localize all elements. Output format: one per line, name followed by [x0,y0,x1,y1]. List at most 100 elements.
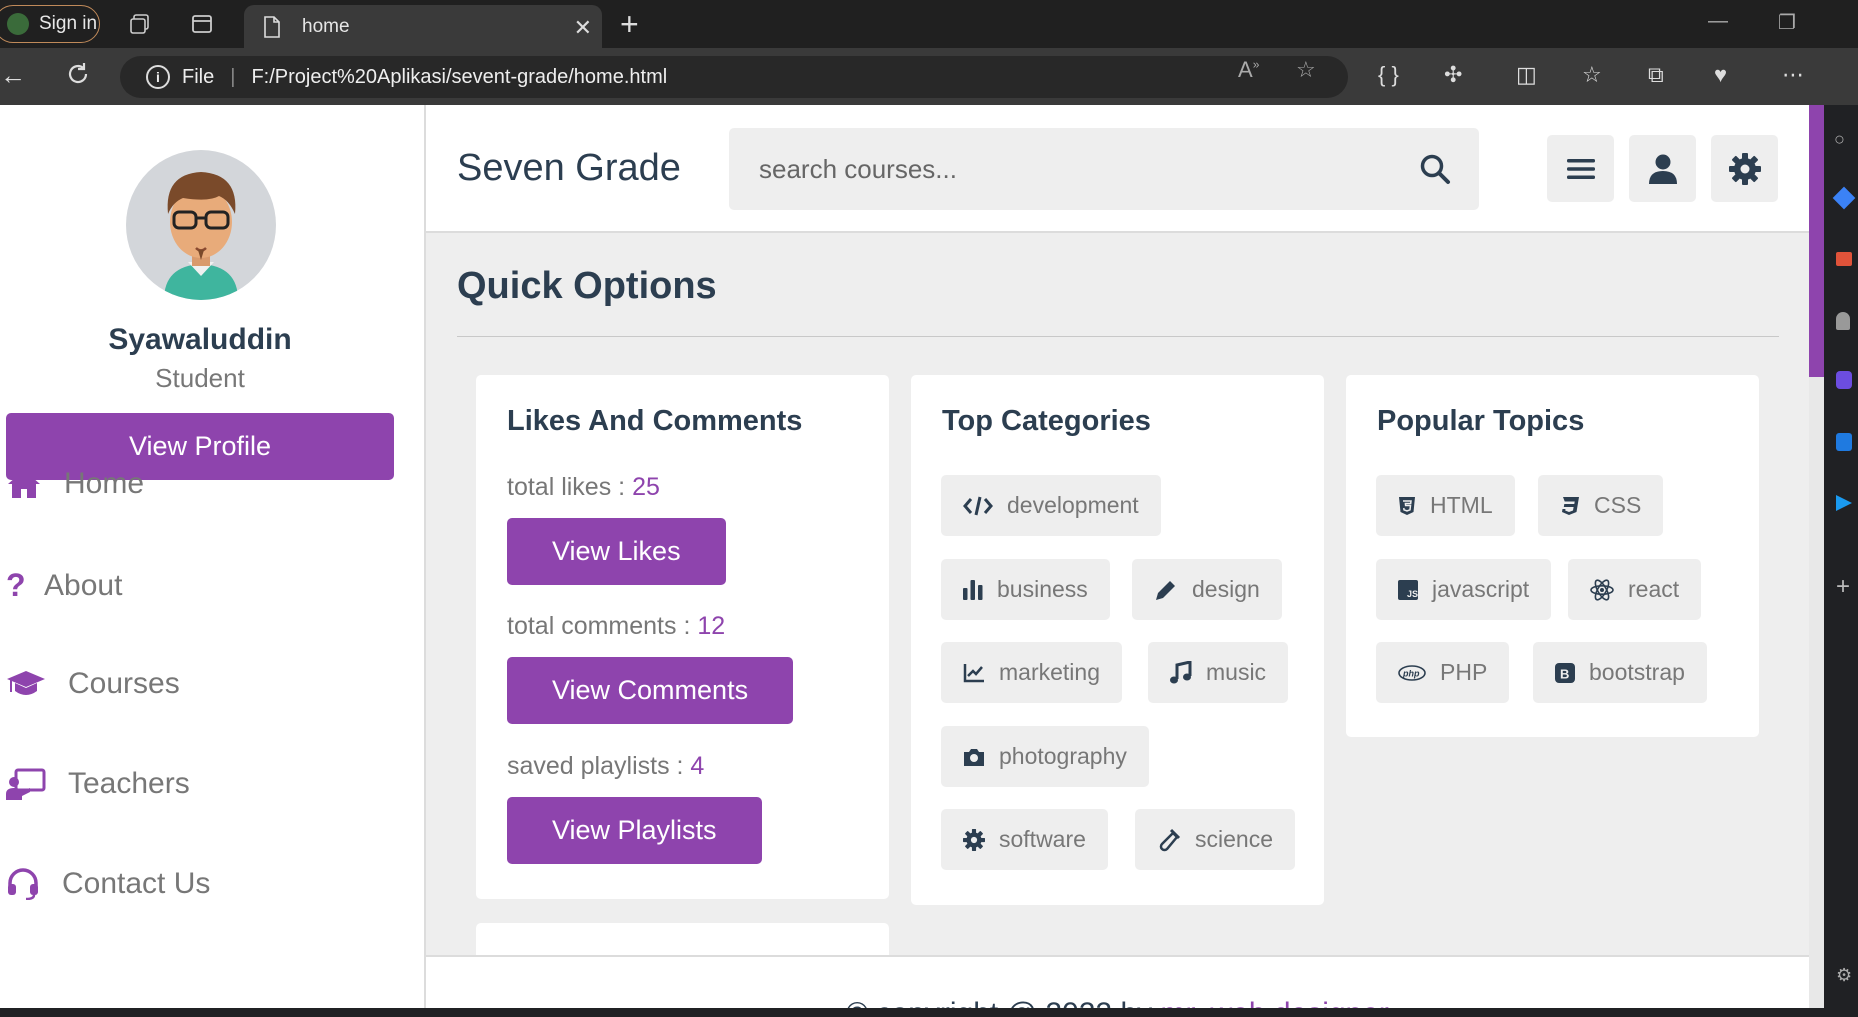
category-marketing[interactable]: marketing [941,642,1122,703]
web-page: Syawaluddin Student View Profile Home ? … [0,105,1824,1008]
extension-braces-icon[interactable]: { } [1378,62,1399,88]
svg-text:B: B [1560,666,1569,681]
profile-role: Student [155,363,245,393]
category-science[interactable]: science [1135,809,1295,870]
sidebar-item-label: Courses [68,667,180,700]
collections-icon[interactable]: ⧉ [1648,62,1664,88]
svg-text:php: php [1402,668,1420,678]
sidebar-item-teachers[interactable]: Teachers [6,767,190,801]
vial-icon [1159,828,1181,851]
category-music[interactable]: music [1148,642,1289,703]
page-footer: © copyright @ 2022 by mr. web designer [426,955,1809,1008]
restore-icon[interactable]: ❐ [1778,10,1796,35]
js-icon: JS [1398,579,1418,600]
user-button[interactable] [1629,135,1696,202]
address-bar-row: ← i File | F:/Project%20Aplikasi/sevent-… [0,48,1858,105]
topic-css[interactable]: CSS [1538,475,1664,536]
divider [457,336,1779,337]
search-form [729,128,1479,210]
category-software[interactable]: software [941,809,1108,870]
view-likes-button[interactable]: View Likes [507,518,726,585]
php-icon: php [1398,664,1426,681]
bar-chart-icon [963,579,983,600]
topic-javascript[interactable]: JS javascript [1376,559,1552,620]
code-icon [963,496,993,515]
category-business[interactable]: business [941,559,1110,620]
outlook-icon[interactable] [1836,433,1852,451]
split-screen-icon[interactable]: ◫ [1516,62,1537,88]
url-scheme: File [182,65,215,88]
office-icon[interactable] [1836,371,1852,389]
settings-button[interactable] [1711,135,1778,202]
shopping-icon[interactable] [1836,252,1852,266]
sidebar-settings-icon[interactable]: ⚙ [1836,965,1852,986]
scrollbar-thumb[interactable] [1809,105,1824,377]
sidebar-item-about[interactable]: ? About [6,567,122,604]
camera-icon [964,748,984,766]
total-likes-stat: total likes : 25 [507,473,660,501]
sidebar-item-label: Home [64,467,145,500]
pencil-icon [1156,580,1175,600]
search-input[interactable] [759,150,1399,188]
minimize-icon[interactable]: — [1708,10,1728,33]
add-sidebar-icon[interactable]: + [1836,573,1850,601]
sign-in-button[interactable]: Sign in [0,5,100,43]
category-design[interactable]: design [1132,559,1282,620]
search-icon[interactable]: ○ [1834,129,1845,150]
teacher-icon [6,768,46,800]
user-icon [1648,154,1677,184]
sidebar-item-courses[interactable]: Courses [6,667,180,701]
topic-bootstrap[interactable]: B bootstrap [1533,642,1707,703]
page-title: Quick Options [457,265,717,307]
gear-icon [1728,152,1761,185]
tab-actions-icon[interactable] [188,10,216,38]
category-development[interactable]: development [941,475,1161,536]
more-menu-icon[interactable]: ⋯ [1782,62,1804,88]
address-bar[interactable]: i File | F:/Project%20Aplikasi/sevent-gr… [120,56,1348,98]
url-text: F:/Project%20Aplikasi/sevent-grade/home.… [251,65,668,88]
likes-comments-box: Likes And Comments total likes : 25 View… [476,375,889,899]
topic-html[interactable]: HTML [1376,475,1515,536]
favorite-star-icon[interactable]: ☆ [1296,57,1316,83]
back-icon[interactable]: ← [0,60,26,91]
read-aloud-icon[interactable]: A» [1238,57,1259,83]
copyright-text: © copyright @ 2022 by mr. web designer [426,997,1809,1008]
category-photography[interactable]: photography [941,726,1149,787]
workspaces-icon[interactable] [126,10,154,38]
sidebar-item-contact-us[interactable]: Contact Us [6,867,210,901]
cog-icon [963,828,985,851]
favorites-icon[interactable]: ☆ [1582,62,1602,88]
health-heart-icon[interactable]: ♥ [1714,62,1727,88]
extensions-puzzle-icon[interactable]: ✣ [1444,62,1462,88]
refresh-icon[interactable] [64,60,92,95]
playlists-count: 4 [690,752,705,780]
new-tab-button[interactable]: + [620,6,639,43]
css3-icon [1562,496,1579,515]
topic-php[interactable]: php PHP [1376,642,1510,703]
search-icon[interactable] [1419,153,1451,190]
headset-icon [8,868,38,900]
sidebar-item-home[interactable]: Home [6,467,144,501]
logo[interactable]: Seven Grade [457,147,681,190]
close-tab-icon[interactable]: ✕ [574,15,592,41]
bootstrap-icon: B [1555,662,1575,683]
home-icon [8,470,40,498]
view-playlists-button[interactable]: View Playlists [507,797,762,864]
total-comments-stat: total comments : 12 [507,612,726,640]
sidebar-item-label: Contact Us [62,867,211,900]
graduation-cap-icon [7,671,45,695]
browser-tab-bar: Sign in home ✕ + — ❐ [0,0,1858,48]
view-comments-button[interactable]: View Comments [507,657,794,724]
active-tab[interactable]: home ✕ [244,5,602,48]
scrollbar[interactable] [1809,105,1824,1008]
page-header: Seven Grade [426,105,1809,233]
site-info-icon[interactable]: i [146,65,170,89]
telegram-icon[interactable] [1836,495,1852,511]
sign-in-label: Sign in [39,13,98,34]
menu-button[interactable] [1547,135,1614,202]
topic-react[interactable]: react [1568,559,1702,620]
popular-topics-box: Popular Topics HTML CSS JS javascript re… [1346,375,1759,737]
sidebar-item-label: Teachers [68,767,190,800]
person-icon[interactable] [1836,312,1850,330]
copilot-icon[interactable] [1832,186,1856,210]
